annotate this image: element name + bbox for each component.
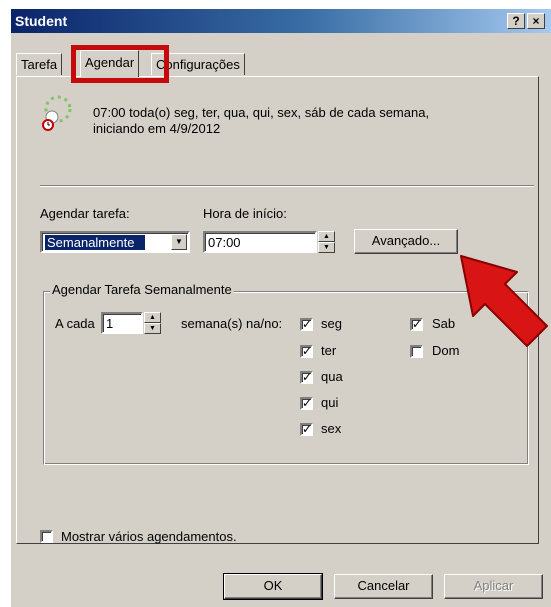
schedule-summary-line1: 07:00 toda(o) seg, ter, qua, qui, sex, s… xyxy=(93,105,430,120)
window-title: Student xyxy=(15,13,68,29)
close-button[interactable]: × xyxy=(527,13,545,29)
task-frequency-select[interactable]: Semanalmente ▼ xyxy=(40,231,190,253)
advanced-button[interactable]: Avançado... xyxy=(354,229,458,254)
help-button[interactable]: ? xyxy=(507,13,525,29)
annotation-highlight-box xyxy=(71,45,169,83)
multi-schedule-checkbox[interactable] xyxy=(40,530,53,543)
annotation-arrow-icon xyxy=(460,255,548,347)
title-bar[interactable]: Student ? × xyxy=(11,9,551,33)
start-time-value: 07:00 xyxy=(208,235,241,250)
day-checkbox-dom[interactable] xyxy=(410,345,423,358)
day-label-ter: ter xyxy=(321,343,337,358)
day-checkbox-seg[interactable]: ✓ xyxy=(300,318,313,331)
spin-down-icon[interactable]: ▼ xyxy=(318,242,335,253)
day-checkbox-ter[interactable]: ✓ xyxy=(300,345,313,358)
day-label-seg: seg xyxy=(321,316,342,331)
day-checkbox-qui[interactable]: ✓ xyxy=(300,397,313,410)
every-label: A cada xyxy=(55,316,95,331)
separator xyxy=(40,185,534,187)
chevron-down-icon[interactable]: ▼ xyxy=(171,234,187,250)
spin-up-icon[interactable]: ▲ xyxy=(144,312,161,323)
schedule-summary-line2: iniciando em 4/9/2012 xyxy=(93,121,221,136)
day-label-qui: qui xyxy=(321,395,339,410)
every-weeks-spinner[interactable]: ▲ ▼ xyxy=(144,312,161,334)
day-label-dom: Dom xyxy=(432,343,460,358)
multi-schedule-label: Mostrar vários agendamentos. xyxy=(61,529,237,544)
spin-down-icon[interactable]: ▼ xyxy=(144,323,161,334)
cancel-button[interactable]: Cancelar xyxy=(334,574,433,599)
start-time-label: Hora de início: xyxy=(203,206,287,221)
task-frequency-value: Semanalmente xyxy=(45,235,145,250)
day-label-sex: sex xyxy=(321,421,342,436)
every-weeks-value: 1 xyxy=(106,316,114,331)
tab-tarefa[interactable]: Tarefa xyxy=(16,53,63,75)
weekly-group-title: Agendar Tarefa Semanalmente xyxy=(50,282,234,297)
day-label-qua: qua xyxy=(321,369,343,384)
start-time-spinner[interactable]: ▲ ▼ xyxy=(318,231,335,253)
weeks-label: semana(s) na/no: xyxy=(181,316,283,331)
day-checkbox-sex[interactable]: ✓ xyxy=(300,423,313,436)
day-checkbox-sab[interactable]: ✓ xyxy=(410,318,423,331)
spin-up-icon[interactable]: ▲ xyxy=(318,231,335,242)
start-time-input[interactable]: 07:00 xyxy=(203,231,317,253)
task-label: Agendar tarefa: xyxy=(40,206,130,221)
ok-button[interactable]: OK xyxy=(223,573,323,600)
day-checkbox-qua[interactable]: ✓ xyxy=(300,371,313,384)
apply-button[interactable]: Aplicar xyxy=(444,574,543,599)
dialog-window: Student ? × Tarefa Agendar Configurações… xyxy=(10,8,551,607)
every-weeks-input[interactable]: 1 xyxy=(101,312,143,334)
scheduled-task-clock-icon xyxy=(42,95,72,131)
day-label-sab: Sab xyxy=(432,316,456,331)
